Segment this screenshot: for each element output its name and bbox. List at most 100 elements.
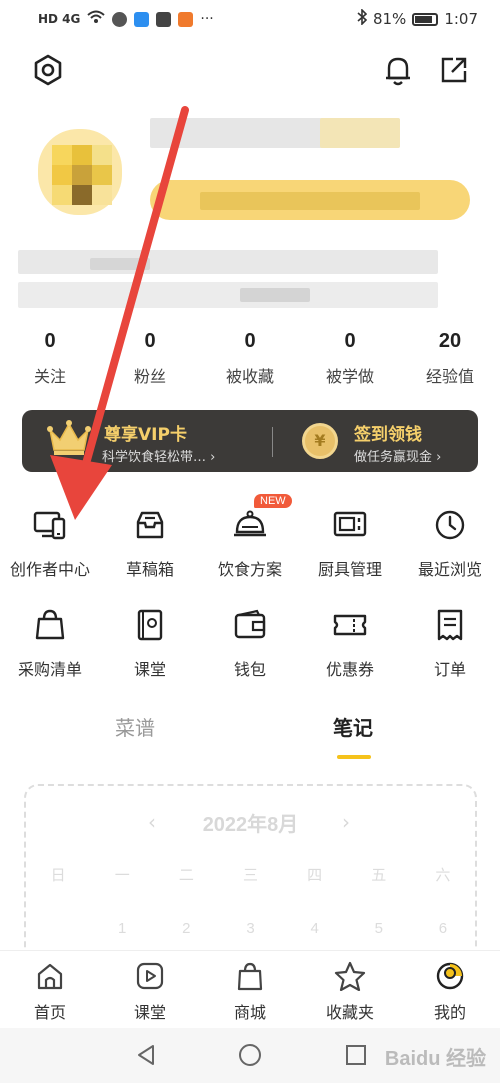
- grid-item-label: 订单: [433, 660, 466, 679]
- app-notification-icon: [178, 11, 194, 27]
- class-icon: [137, 609, 163, 641]
- stat-value: 0: [144, 330, 156, 352]
- calendar-day[interactable]: 5: [347, 920, 411, 937]
- grid-item-class[interactable]: 课堂: [100, 608, 200, 680]
- calendar-month: 2022年8月: [202, 814, 299, 836]
- nav-class[interactable]: 课堂: [100, 951, 200, 1028]
- stat-experience[interactable]: 20 经验值: [400, 330, 500, 400]
- sign-in-subtitle[interactable]: 做任务赢现金 ›: [354, 446, 441, 465]
- vip-card-button[interactable]: [46, 418, 92, 462]
- vip-divider: [272, 427, 273, 457]
- share-button[interactable]: [436, 52, 472, 88]
- calendar-day[interactable]: 4: [283, 920, 347, 937]
- status-bar-left: HD 4G ···: [38, 10, 214, 28]
- wifi-icon: [87, 10, 106, 28]
- shopping-bag-icon: [237, 962, 263, 991]
- grid-item-label: 优惠券: [325, 660, 374, 679]
- grid-item-shopping-list[interactable]: 采购清单: [0, 608, 100, 680]
- feature-grid-row-2: 采购清单 课堂 钱包 优惠券 订单: [0, 608, 500, 680]
- creator-center-icon: [33, 511, 66, 540]
- grid-item-order[interactable]: 订单: [400, 608, 500, 680]
- vip-subtitle[interactable]: 科学饮食轻松带… ›: [102, 446, 215, 465]
- nav-home[interactable]: 首页: [0, 951, 100, 1028]
- nav-label: 首页: [33, 1003, 66, 1022]
- grid-item-history[interactable]: 最近浏览: [400, 508, 500, 580]
- sign-in-title[interactable]: 签到领钱: [354, 420, 422, 445]
- recents-square-icon: [346, 1045, 366, 1065]
- active-tab-indicator: [337, 755, 371, 759]
- content-tabs: 菜谱 笔记: [0, 712, 500, 762]
- calendar-day[interactable]: 2: [154, 920, 218, 937]
- nav-mine[interactable]: 我的: [400, 951, 500, 1028]
- grid-item-coupon[interactable]: 优惠券: [300, 608, 400, 680]
- settings-button[interactable]: [30, 52, 66, 88]
- grid-item-label: 钱包: [233, 660, 266, 679]
- system-recents-button[interactable]: [338, 1037, 374, 1073]
- vip-title[interactable]: 尊享VIP卡: [104, 420, 187, 445]
- feature-grid-row-1: 创作者中心 草稿箱 NEW 饮食方案 厨具管理 最近浏览: [0, 494, 500, 580]
- nav-label: 商城: [233, 1003, 266, 1022]
- grid-item-wallet[interactable]: 钱包: [200, 608, 300, 680]
- stats-row: 0 关注 0 粉丝 0 被收藏 0 被学做 20 经验值: [0, 330, 500, 400]
- bottom-navigation: 首页 课堂 商城 收藏夹 我的: [0, 950, 500, 1028]
- calendar-weekday: 六: [435, 867, 451, 884]
- stat-followers[interactable]: 0 粉丝: [100, 330, 200, 400]
- notifications-button[interactable]: [380, 52, 416, 88]
- calendar-weekdays: 日 一 二 三 四 五 六: [26, 864, 475, 885]
- settings-icon: [34, 54, 62, 86]
- stat-value: 20: [438, 330, 462, 352]
- more-notifications-icon: ···: [200, 11, 214, 27]
- bluetooth-icon: [357, 8, 368, 29]
- grid-item-label: 采购清单: [17, 660, 82, 679]
- nav-label: 课堂: [133, 1003, 166, 1022]
- watermark: Baidu 经验: [384, 1048, 486, 1070]
- nav-mall[interactable]: 商城: [200, 951, 300, 1028]
- stat-value: 0: [244, 330, 256, 352]
- back-triangle-icon: [138, 1045, 154, 1065]
- grid-item-diet-plan[interactable]: NEW 饮食方案: [200, 494, 300, 580]
- calendar-weekday: 四: [307, 867, 323, 884]
- home-icon: [37, 963, 63, 990]
- system-navigation-bar: Baidu 经验: [0, 1028, 500, 1083]
- drafts-icon: [136, 511, 164, 539]
- stat-label: 被学做: [325, 367, 374, 386]
- coupon-icon: [333, 614, 367, 636]
- nav-label: 收藏夹: [325, 1003, 374, 1022]
- bell-icon: [386, 57, 410, 86]
- kitchenware-icon: [333, 511, 367, 537]
- grid-item-label: 创作者中心: [9, 560, 90, 579]
- stat-label: 经验值: [425, 367, 474, 386]
- grid-item-kitchenware[interactable]: 厨具管理: [300, 508, 400, 580]
- tab-recipes[interactable]: 菜谱: [115, 712, 155, 741]
- home-circle-icon: [239, 1044, 261, 1066]
- nav-favorites[interactable]: 收藏夹: [300, 951, 400, 1028]
- calendar-day[interactable]: 1: [90, 920, 154, 937]
- grid-item-creator-center[interactable]: 创作者中心: [0, 508, 100, 580]
- status-bar-right: 81% 1:07: [357, 8, 478, 29]
- system-back-button[interactable]: [128, 1037, 164, 1073]
- stat-following[interactable]: 0 关注: [0, 330, 100, 400]
- stat-label: 被收藏: [225, 367, 274, 386]
- vip-banner: 尊享VIP卡 科学饮食轻松带… › ¥ 签到领钱 做任务赢现金 ›: [22, 410, 478, 472]
- status-bar: HD 4G ··· 81% 1:07: [0, 0, 500, 38]
- battery-icon: [412, 12, 439, 26]
- calendar-week-row: 1 2 3 4 5 6: [26, 920, 475, 937]
- calendar-weekday: 五: [371, 867, 387, 884]
- tab-notes[interactable]: 笔记: [333, 712, 373, 741]
- calendar-day[interactable]: 3: [218, 920, 282, 937]
- grid-item-drafts[interactable]: 草稿箱: [100, 508, 200, 580]
- stat-value: 0: [44, 330, 56, 352]
- network-indicator: HD 4G: [38, 12, 81, 26]
- calendar-day[interactable]: 6: [411, 920, 475, 937]
- top-bar: [0, 50, 500, 94]
- app-notification-icon: [134, 11, 150, 27]
- grid-item-label: 课堂: [133, 660, 166, 679]
- stat-label: 关注: [33, 367, 66, 386]
- stat-favorited[interactable]: 0 被收藏: [200, 330, 300, 400]
- share-icon: [441, 57, 467, 83]
- stat-learned[interactable]: 0 被学做: [300, 330, 400, 400]
- system-home-button[interactable]: [232, 1037, 268, 1073]
- calendar-next-button[interactable]: ›: [342, 810, 350, 834]
- grid-item-label: 草稿箱: [125, 560, 174, 579]
- avatar[interactable]: [30, 115, 130, 225]
